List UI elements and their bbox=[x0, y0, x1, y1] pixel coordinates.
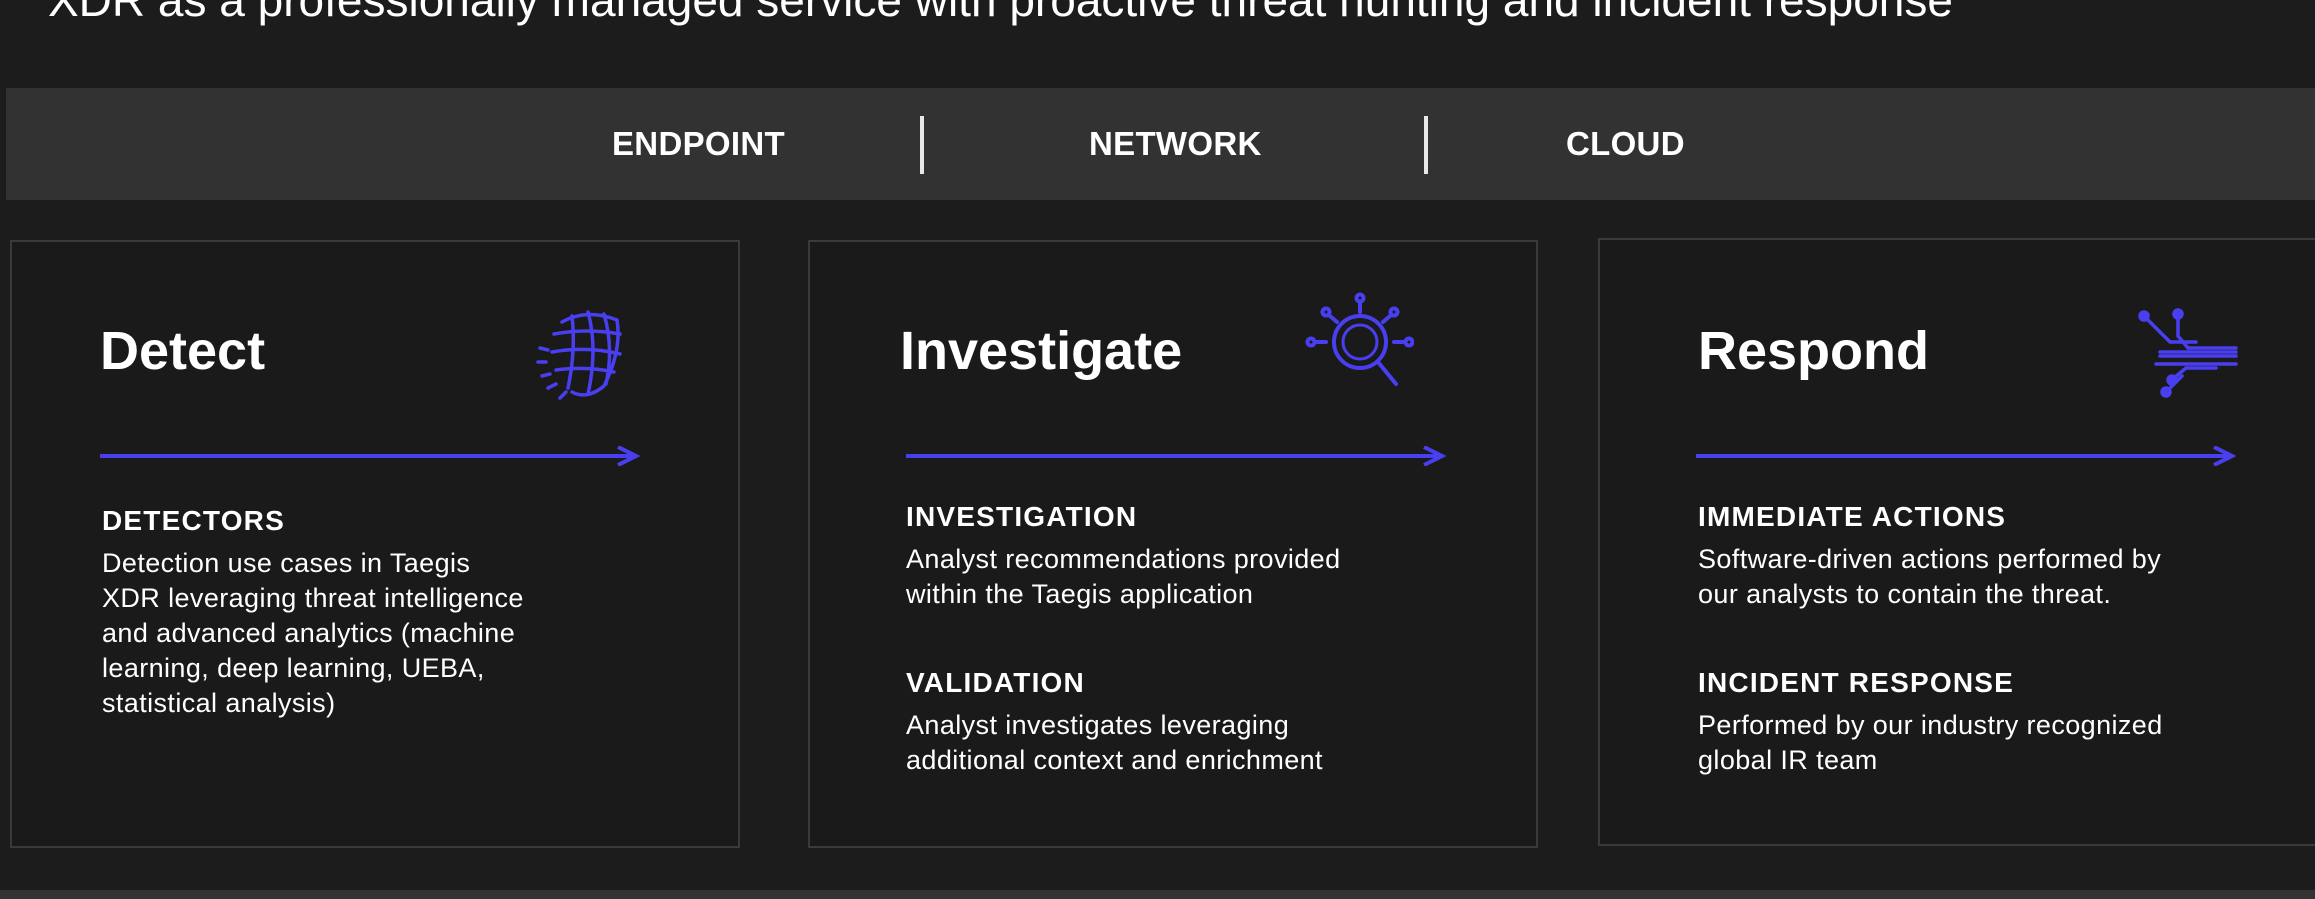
flow-arrow bbox=[1696, 446, 2236, 466]
section-heading: VALIDATION bbox=[906, 667, 1085, 698]
flow-arrow bbox=[100, 446, 640, 466]
body-line: and advanced analytics (machine bbox=[102, 618, 516, 648]
section-validation: VALIDATION Analyst investigates leveragi… bbox=[906, 666, 1486, 778]
coverage-divider bbox=[920, 116, 924, 174]
body-line: Detection use cases in Taegis bbox=[102, 548, 471, 578]
investigate-card: Investigate INVESTIGATION Analyst recomm… bbox=[808, 240, 1538, 848]
bottom-strip bbox=[0, 890, 2315, 899]
body-line: Software-driven actions performed by bbox=[1698, 544, 2162, 574]
body-line: global IR team bbox=[1698, 745, 1878, 775]
body-line: learning, deep learning, UEBA, bbox=[102, 653, 485, 683]
body-line: Performed by our industry recognized bbox=[1698, 710, 2163, 740]
card-title: Respond bbox=[1698, 321, 1930, 381]
coverage-item-endpoint: ENDPOINT bbox=[612, 125, 785, 162]
section-heading: DETECTORS bbox=[102, 505, 285, 536]
section-body: Software-driven actions performed by our… bbox=[1698, 542, 2315, 612]
body-line: our analysts to contain the threat. bbox=[1698, 579, 2112, 609]
circuit-icon bbox=[2138, 308, 2238, 398]
section-body: Performed by our industry recognized glo… bbox=[1698, 708, 2315, 778]
magnifier-icon bbox=[1305, 292, 1414, 386]
section-heading: IMMEDIATE ACTIONS bbox=[1698, 501, 2007, 532]
body-line: statistical analysis) bbox=[102, 688, 336, 718]
section-heading: INCIDENT RESPONSE bbox=[1698, 667, 2014, 698]
body-line: Analyst recommendations provided bbox=[906, 544, 1341, 574]
body-line: XDR leveraging threat intelligence bbox=[102, 583, 524, 613]
flow-arrow bbox=[906, 446, 1446, 466]
coverage-divider bbox=[1424, 116, 1428, 174]
page: XDR as a professionally managed service … bbox=[0, 0, 2315, 899]
coverage-item-network: NETWORK bbox=[1089, 125, 1262, 162]
card-title: Detect bbox=[100, 321, 266, 381]
coverage-item-cloud: CLOUD bbox=[1566, 125, 1685, 162]
section-body: Detection use cases in Taegis XDR levera… bbox=[102, 546, 662, 721]
page-headline: XDR as a professionally managed service … bbox=[48, 0, 1953, 26]
respond-card: Respond IMMEDIATE ACTIONS Software-drive… bbox=[1598, 238, 2315, 846]
section-body: Analyst recommendations provided within … bbox=[906, 542, 1486, 612]
body-line: Analyst investigates leveraging bbox=[906, 710, 1290, 740]
section-body: Analyst investigates leveraging addition… bbox=[906, 708, 1486, 778]
body-line: within the Taegis application bbox=[906, 579, 1254, 609]
detect-card: Detect DETECTORS Detection use cases in … bbox=[10, 240, 740, 848]
section-heading: INVESTIGATION bbox=[906, 501, 1138, 532]
card-title: Investigate bbox=[900, 321, 1183, 381]
body-line: additional context and enrichment bbox=[906, 745, 1323, 775]
section-incident-response: INCIDENT RESPONSE Performed by our indus… bbox=[1698, 666, 2315, 778]
section-investigation: INVESTIGATION Analyst recommendations pr… bbox=[906, 500, 1486, 612]
globe-shield-icon bbox=[536, 310, 622, 400]
section-detectors: DETECTORS Detection use cases in Taegis … bbox=[102, 504, 662, 721]
coverage-bar: ENDPOINT NETWORK CLOUD bbox=[6, 88, 2315, 200]
section-immediate-actions: IMMEDIATE ACTIONS Software-driven action… bbox=[1698, 500, 2315, 612]
